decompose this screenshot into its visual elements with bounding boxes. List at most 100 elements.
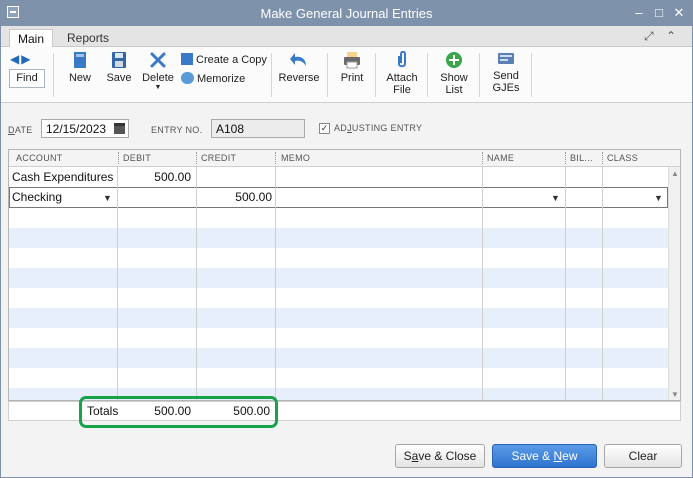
column-line [602, 167, 603, 400]
account-cell[interactable]: Checking [12, 190, 62, 204]
memorize-label: Memorize [197, 73, 246, 85]
table-row-editing[interactable]: Checking ▼ 500.00 ▼ ▼ [9, 187, 668, 208]
create-copy-button[interactable]: Create a Copy [181, 53, 267, 66]
save-label: Save [106, 72, 132, 84]
reverse-icon [290, 53, 306, 66]
col-memo[interactable]: MEMO [281, 153, 310, 163]
close-icon[interactable]: ✕ [671, 5, 687, 21]
reverse-button[interactable]: Reverse [277, 51, 321, 84]
journal-entry-window: Make General Journal Entries – □ ✕ Main … [0, 0, 693, 478]
show-list-label-1: Show [440, 72, 468, 84]
scroll-down-icon[interactable]: ▼ [671, 390, 679, 399]
col-divider[interactable] [275, 152, 276, 164]
plus-circle-icon [446, 52, 462, 68]
credit-cell[interactable]: 500.00 [196, 190, 272, 204]
col-account[interactable]: ACCOUNT [16, 153, 63, 163]
toolbar-divider [271, 53, 272, 97]
column-line [275, 167, 276, 400]
save-close-button[interactable]: Save & Close [395, 444, 485, 468]
toolbar: ◀▶ Find New Save Delete ▼ Create a Copy … [1, 47, 692, 103]
title-bar: Make General Journal Entries – □ ✕ [1, 1, 692, 26]
class-dropdown-icon[interactable]: ▼ [654, 193, 663, 203]
find-button[interactable]: Find [9, 69, 45, 88]
account-cell[interactable]: Cash Expenditures [12, 170, 113, 184]
column-line [565, 167, 566, 400]
chevron-down-icon[interactable]: ▼ [141, 84, 175, 92]
table-row[interactable] [9, 248, 668, 268]
table-row[interactable] [9, 268, 668, 288]
col-divider[interactable] [118, 152, 119, 164]
new-label: New [68, 72, 91, 84]
new-button[interactable]: New [65, 51, 95, 84]
vertical-scrollbar[interactable]: ▲ ▼ [668, 167, 680, 400]
memorize-button[interactable]: Memorize [181, 72, 245, 85]
date-label: DATE [8, 125, 33, 135]
delete-button[interactable]: Delete ▼ [141, 51, 175, 92]
date-field[interactable]: 12/15/2023 [41, 119, 129, 138]
table-row[interactable] [9, 208, 668, 228]
reverse-label: Reverse [278, 72, 320, 84]
journal-grid: ACCOUNT DEBIT CREDIT MEMO NAME BIL... CL… [8, 149, 681, 401]
toolbar-divider [479, 53, 480, 97]
attach-label-1: Attach [386, 72, 418, 84]
col-debit[interactable]: DEBIT [123, 153, 151, 163]
prev-next-arrows-icon[interactable]: ◀▶ [10, 52, 32, 66]
toolbar-divider [327, 53, 328, 97]
tab-main[interactable]: Main [9, 29, 54, 47]
memorize-icon [181, 72, 194, 84]
expand-icon[interactable]: ⤢ [644, 29, 654, 44]
tab-reports[interactable]: Reports [59, 29, 117, 47]
account-dropdown-icon[interactable]: ▼ [103, 193, 112, 203]
maximize-icon[interactable]: □ [651, 5, 667, 21]
print-icon [344, 52, 360, 69]
entry-no-field[interactable]: A108 [211, 119, 305, 138]
table-row[interactable]: Cash Expenditures 500.00 [9, 167, 668, 187]
col-billable[interactable]: BIL... [570, 153, 593, 163]
copy-icon [181, 53, 193, 65]
clear-button[interactable]: Clear [604, 444, 682, 468]
save-button[interactable]: Save [105, 51, 133, 84]
show-list-button[interactable]: Show List [435, 51, 473, 96]
col-divider[interactable] [565, 152, 566, 164]
toolbar-divider [427, 53, 428, 97]
column-line [482, 167, 483, 400]
minimize-icon[interactable]: – [631, 5, 647, 21]
table-row[interactable] [9, 308, 668, 328]
debit-cell[interactable]: 500.00 [117, 170, 191, 184]
grid-header: ACCOUNT DEBIT CREDIT MEMO NAME BIL... CL… [9, 150, 680, 167]
save-icon [112, 52, 126, 68]
print-button[interactable]: Print [335, 51, 369, 84]
paperclip-icon [398, 51, 406, 68]
entry-header: DATE 12/15/2023 ENTRY NO. A108 ✓ ADJUSTI… [1, 104, 692, 146]
col-credit[interactable]: CREDIT [201, 153, 236, 163]
adjusting-entry-checkbox[interactable]: ✓ [319, 123, 330, 134]
scroll-up-icon[interactable]: ▲ [671, 169, 679, 178]
send-gjes-button[interactable]: Send GJEs [487, 51, 525, 94]
table-row[interactable] [9, 348, 668, 368]
show-list-label-2: List [445, 84, 463, 96]
name-dropdown-icon[interactable]: ▼ [551, 193, 560, 203]
calendar-icon[interactable] [114, 123, 125, 134]
window-title: Make General Journal Entries [260, 6, 433, 21]
delete-label: Delete [142, 72, 174, 84]
adjusting-entry-label: ADJUSTING ENTRY [334, 123, 423, 133]
save-new-button[interactable]: Save & New [492, 444, 597, 468]
toolbar-divider [375, 53, 376, 97]
ribbon-tabs: Main Reports ⤢ ⌃ [1, 26, 692, 47]
col-divider[interactable] [602, 152, 603, 164]
col-name[interactable]: NAME [487, 153, 514, 163]
table-row[interactable] [9, 368, 668, 388]
totals-highlight [79, 396, 278, 428]
col-class[interactable]: CLASS [607, 153, 638, 163]
print-label: Print [340, 72, 364, 84]
table-row[interactable] [9, 228, 668, 248]
collapse-ribbon-icon[interactable]: ⌃ [666, 29, 676, 43]
attach-file-button[interactable]: Attach File [383, 51, 421, 96]
column-line [196, 167, 197, 400]
col-divider[interactable] [196, 152, 197, 164]
delete-icon [150, 52, 166, 68]
table-row[interactable] [9, 328, 668, 348]
table-row[interactable] [9, 288, 668, 308]
col-divider[interactable] [482, 152, 483, 164]
send-label-1: Send [493, 70, 519, 82]
